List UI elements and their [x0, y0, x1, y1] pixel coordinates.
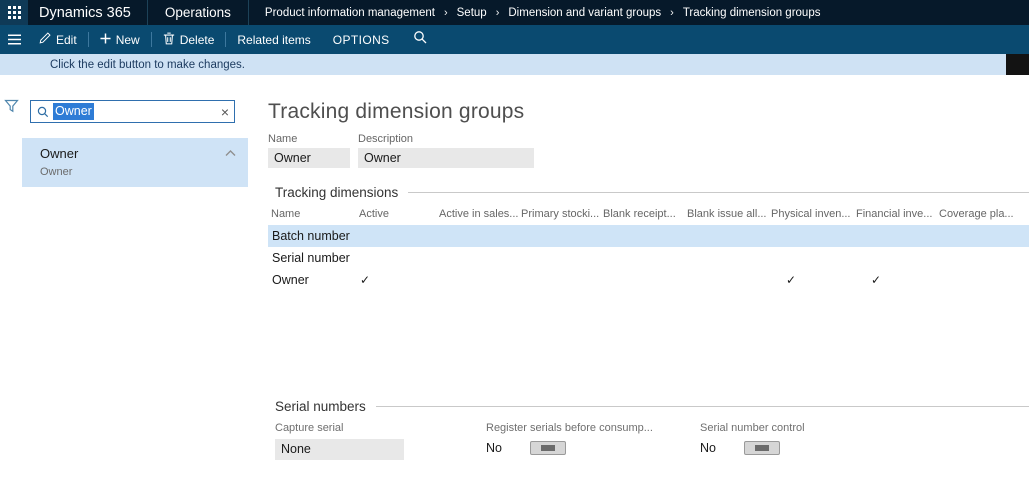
breadcrumb-item-tracking-dimension-groups[interactable]: Tracking dimension groups: [683, 7, 821, 19]
message-bar-text: Click the edit button to make changes.: [50, 59, 245, 71]
column-header-blank-receipt[interactable]: Blank receipt...: [600, 208, 684, 220]
serial-numbers-heading-text: Serial numbers: [275, 399, 366, 414]
serial-numbers-fields: Capture serial None Register serials bef…: [268, 422, 1029, 460]
cell-financial-inventory-checkmark[interactable]: ✓: [853, 273, 936, 287]
column-header-primary-stocking[interactable]: Primary stocki...: [518, 208, 600, 220]
capture-serial-label: Capture serial: [275, 422, 408, 434]
quick-filter-selected-text: Owner: [53, 103, 94, 120]
message-bar-right-dark-block: [1006, 54, 1029, 75]
trash-icon: [163, 32, 175, 48]
serial-numbers-section: Serial numbers Capture serial None Regis…: [268, 399, 1029, 460]
toggle-knob: [755, 445, 769, 451]
filter-funnel-icon[interactable]: [4, 99, 19, 491]
app-name-operations[interactable]: Operations: [148, 0, 248, 25]
header-fields: Name Owner Description Owner: [268, 133, 1029, 168]
serial-number-control-value: No: [700, 441, 716, 455]
serial-number-control-toggle[interactable]: [744, 441, 780, 455]
delete-button[interactable]: Delete: [152, 25, 226, 54]
message-bar: Click the edit button to make changes.: [0, 54, 1029, 75]
description-label: Description: [358, 133, 534, 145]
new-button[interactable]: New: [89, 25, 151, 54]
hamburger-menu-icon[interactable]: [0, 25, 28, 54]
list-item-subtitle: Owner: [40, 165, 238, 179]
chevron-up-icon[interactable]: [225, 150, 236, 157]
app-launcher-waffle-icon[interactable]: [0, 0, 28, 25]
search-icon: [37, 106, 49, 118]
delete-button-label: Delete: [180, 33, 215, 47]
page-title: Tracking dimension groups: [268, 100, 1029, 124]
name-label: Name: [268, 133, 350, 145]
list-item-title: Owner: [40, 145, 238, 162]
toolbar-search-icon[interactable]: [413, 30, 427, 49]
edit-button-label: Edit: [56, 33, 77, 47]
serial-number-control-label: Serial number control: [700, 422, 805, 434]
edit-button[interactable]: Edit: [28, 25, 88, 54]
section-rule: [408, 192, 1029, 193]
breadcrumb-item-module[interactable]: Product information management: [265, 7, 435, 19]
tracking-dimensions-heading: Tracking dimensions: [268, 185, 1029, 200]
list-item-owner[interactable]: Owner Owner: [22, 138, 248, 187]
clear-search-icon[interactable]: ×: [221, 105, 229, 119]
options-button[interactable]: OPTIONS: [322, 25, 401, 54]
breadcrumb-item-dimension-groups[interactable]: Dimension and variant groups: [508, 7, 661, 19]
breadcrumb-separator-icon: ›: [444, 7, 448, 19]
cell-name[interactable]: Serial number: [268, 251, 356, 265]
table-row-serial-number[interactable]: Serial number: [268, 247, 1029, 269]
content-area: Owner × Owner Owner Tracking dimension g…: [0, 75, 1029, 491]
capture-serial-group: Capture serial None: [275, 422, 408, 460]
action-pane-toolbar: Edit New Delete Related items OPTIONS: [0, 25, 1029, 54]
register-serials-group: Register serials before consump... No: [486, 422, 700, 460]
tracking-dimensions-heading-text: Tracking dimensions: [275, 185, 398, 200]
register-serials-toggle[interactable]: [530, 441, 566, 455]
related-items-label: Related items: [237, 33, 310, 47]
cell-name[interactable]: Batch number: [268, 229, 356, 243]
cell-name[interactable]: Owner: [268, 273, 356, 287]
cell-physical-inventory-checkmark[interactable]: ✓: [768, 273, 853, 287]
table-row-batch-number[interactable]: Batch number: [268, 225, 1029, 247]
topbar-divider: [248, 0, 249, 25]
breadcrumb-separator-icon: ›: [496, 7, 500, 19]
new-button-label: New: [116, 33, 140, 47]
related-items-button[interactable]: Related items: [226, 25, 321, 54]
column-header-blank-issue[interactable]: Blank issue all...: [684, 208, 768, 220]
table-row-owner[interactable]: Owner ✓ ✓ ✓: [268, 269, 1029, 291]
brand-dynamics-365[interactable]: Dynamics 365: [28, 5, 147, 21]
column-header-physical-inventory[interactable]: Physical inven...: [768, 208, 853, 220]
cell-active-checkmark[interactable]: ✓: [356, 273, 436, 287]
app-window: Dynamics 365 Operations Product informat…: [0, 0, 1029, 491]
quick-filter-input[interactable]: Owner ×: [30, 100, 235, 123]
breadcrumb-separator-icon: ›: [670, 7, 674, 19]
serial-numbers-heading: Serial numbers: [268, 399, 1029, 414]
name-field[interactable]: Owner: [268, 148, 350, 168]
waffle-grid-icon: [8, 6, 21, 19]
options-label: OPTIONS: [333, 33, 390, 47]
name-field-group: Name Owner: [268, 133, 350, 168]
table-header-row: Name Active Active in sales... Primary s…: [268, 200, 1029, 225]
tracking-dimensions-section: Tracking dimensions Name Active Active i…: [268, 185, 1029, 291]
description-field[interactable]: Owner: [358, 148, 534, 168]
record-list-panel: Owner × Owner Owner: [22, 75, 248, 491]
serial-number-control-group: Serial number control No: [700, 422, 805, 460]
description-field-group: Description Owner: [358, 133, 534, 168]
section-rule: [376, 406, 1029, 407]
column-header-financial-inventory[interactable]: Financial inve...: [853, 208, 936, 220]
capture-serial-field[interactable]: None: [275, 439, 404, 460]
column-header-active[interactable]: Active: [356, 208, 436, 220]
hamburger-lines: [7, 33, 22, 46]
breadcrumb: Product information management › Setup ›…: [265, 7, 821, 19]
top-navigation-bar: Dynamics 365 Operations Product informat…: [0, 0, 1029, 25]
pencil-icon: [39, 32, 51, 47]
column-header-coverage-plan[interactable]: Coverage pla...: [936, 208, 1029, 220]
toggle-knob: [541, 445, 555, 451]
register-serials-label: Register serials before consump...: [486, 422, 700, 434]
column-header-name[interactable]: Name: [268, 208, 356, 220]
column-header-active-in-sales[interactable]: Active in sales...: [436, 208, 518, 220]
plus-icon: [100, 33, 111, 47]
register-serials-value: No: [486, 441, 502, 455]
breadcrumb-item-setup[interactable]: Setup: [457, 7, 487, 19]
left-icon-rail: [0, 75, 22, 491]
details-form: Tracking dimension groups Name Owner Des…: [248, 75, 1029, 491]
